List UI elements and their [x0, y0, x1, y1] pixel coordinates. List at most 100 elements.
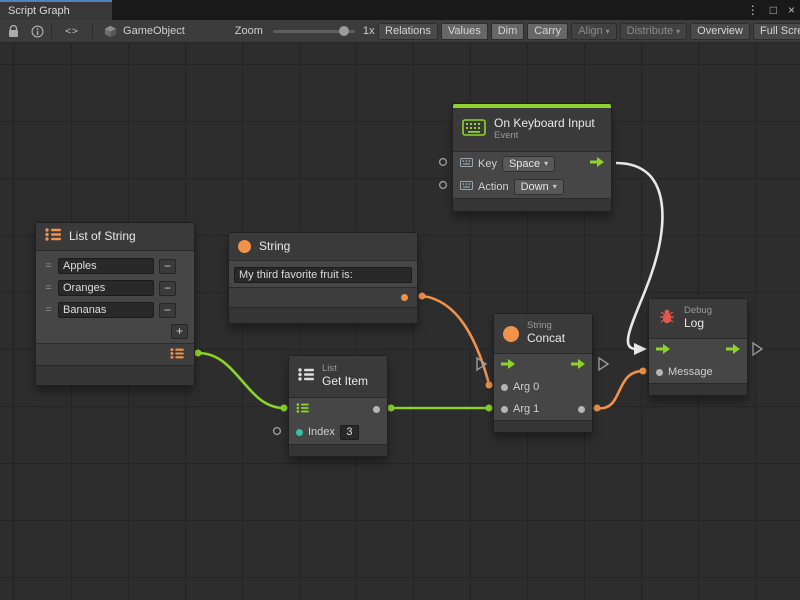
- node-on-keyboard-input[interactable]: On Keyboard Input Event Key Space ▾ Acti…: [452, 103, 612, 212]
- graph-canvas[interactable]: On Keyboard Input Event Key Space ▾ Acti…: [0, 43, 800, 600]
- list-item: = −: [44, 256, 188, 276]
- keyboard-icon: [462, 119, 486, 141]
- node-ports: [229, 287, 417, 307]
- node-string-literal[interactable]: String: [228, 232, 418, 324]
- node-title: Concat: [527, 332, 565, 346]
- overview-button[interactable]: Overview: [690, 23, 750, 40]
- tab-title: Script Graph: [8, 5, 70, 17]
- port-concat-flow-out[interactable]: [599, 358, 608, 370]
- wire-knob-icon: [594, 405, 601, 412]
- node-list-of-string[interactable]: List of String = − = − = − +: [35, 222, 195, 386]
- drag-handle-icon[interactable]: =: [44, 282, 53, 294]
- action-dropdown[interactable]: Down ▾: [514, 179, 564, 195]
- list-item: = −: [44, 278, 188, 298]
- flow-in-port[interactable]: [656, 344, 670, 357]
- node-header: List Get Item: [289, 356, 387, 398]
- arg1-input-port[interactable]: [501, 406, 508, 413]
- list-io-row: [289, 398, 387, 420]
- key-label: Key: [478, 158, 497, 170]
- close-icon[interactable]: ×: [788, 3, 795, 17]
- index-input[interactable]: [340, 425, 359, 440]
- node-get-item[interactable]: List Get Item Index: [288, 355, 388, 457]
- node-footer: [229, 307, 417, 323]
- key-dropdown[interactable]: Space ▾: [502, 156, 555, 172]
- remove-item-button[interactable]: −: [159, 303, 176, 318]
- list-item-input[interactable]: [58, 280, 154, 296]
- toolbar-separator: [51, 24, 52, 38]
- flow-in-port[interactable]: [501, 359, 515, 372]
- index-label: Index: [308, 426, 335, 438]
- wire-concat-to-log[interactable]: [597, 371, 643, 408]
- remove-item-button[interactable]: −: [159, 281, 176, 296]
- string-value-row: [229, 261, 417, 287]
- code-icon[interactable]: <>: [65, 26, 79, 37]
- list-icon: [45, 228, 61, 246]
- arg0-input-port[interactable]: [501, 384, 508, 391]
- wire-knob-icon: [486, 382, 493, 389]
- info-icon[interactable]: [31, 25, 44, 38]
- drag-handle-icon[interactable]: =: [44, 304, 53, 316]
- wire-string-to-concat[interactable]: [422, 296, 489, 384]
- list-input-port[interactable]: [296, 403, 309, 416]
- port-index-input[interactable]: [274, 428, 281, 435]
- port-key-input[interactable]: [440, 159, 447, 166]
- lock-icon[interactable]: [8, 25, 19, 38]
- wire-knob-icon: [419, 293, 426, 300]
- keycode-type-icon: [460, 181, 473, 193]
- node-header: Debug Log: [649, 299, 747, 339]
- relations-button[interactable]: Relations: [378, 23, 438, 40]
- remove-item-button[interactable]: −: [159, 259, 176, 274]
- node-title: Get Item: [322, 375, 368, 389]
- keycode-type-icon: [460, 158, 473, 170]
- flow-out-port[interactable]: [571, 359, 585, 372]
- carry-button[interactable]: Carry: [527, 23, 568, 40]
- key-row: Key Space ▾: [453, 152, 611, 175]
- toolbar-buttons: Relations Values Dim Carry Align▾ Distri…: [375, 23, 800, 40]
- flow-row: [649, 339, 747, 361]
- align-button: Align▾: [571, 23, 616, 40]
- list-item-input[interactable]: [58, 258, 154, 274]
- string-output-port[interactable]: [401, 294, 408, 301]
- string-value-input[interactable]: [234, 267, 412, 283]
- node-debug-log[interactable]: Debug Log Message: [648, 298, 748, 396]
- bug-icon: [658, 308, 676, 330]
- dim-button[interactable]: Dim: [491, 23, 525, 40]
- result-output-port[interactable]: [578, 406, 585, 413]
- flow-out-port[interactable]: [726, 344, 740, 357]
- maximize-icon[interactable]: □: [770, 3, 777, 17]
- drag-handle-icon[interactable]: =: [44, 260, 53, 272]
- port-action-input[interactable]: [440, 182, 447, 189]
- target-label[interactable]: GameObject: [123, 25, 185, 37]
- list-output-port[interactable]: [170, 346, 184, 364]
- title-bar: Script Graph ⋮ □ ×: [0, 0, 800, 20]
- values-button[interactable]: Values: [441, 23, 488, 40]
- zoom-label: Zoom: [235, 25, 263, 37]
- item-output-port[interactable]: [373, 406, 380, 413]
- list-icon: [298, 368, 314, 386]
- port-log-flow-out[interactable]: [753, 343, 762, 355]
- node-string-concat[interactable]: String Concat Arg 0 Arg 1: [493, 313, 593, 433]
- node-footer: [453, 198, 611, 211]
- arg0-label: Arg 0: [513, 381, 539, 393]
- index-input-port[interactable]: [296, 429, 303, 436]
- flow-row: [494, 354, 592, 376]
- list-item-input[interactable]: [58, 302, 154, 318]
- tab-script-graph[interactable]: Script Graph: [0, 0, 112, 20]
- fullscreen-button[interactable]: Full Screen: [753, 23, 800, 40]
- list-item: = −: [44, 300, 188, 320]
- flow-out-port[interactable]: [590, 157, 604, 170]
- list-items: = − = − = − +: [36, 251, 194, 343]
- add-item-button[interactable]: +: [171, 324, 188, 339]
- graph-toolbar: <> GameObject Zoom 1x Relations Values D…: [0, 20, 800, 43]
- zoom-slider[interactable]: [273, 24, 355, 38]
- wire-list-to-getitem[interactable]: [198, 353, 284, 408]
- zoom-slider-handle[interactable]: [339, 26, 349, 36]
- window-menu-icon[interactable]: ⋮: [747, 3, 759, 17]
- node-title: List of String: [69, 230, 136, 244]
- message-input-port[interactable]: [656, 369, 663, 376]
- node-footer: [649, 383, 747, 395]
- action-row: Action Down ▾: [453, 175, 611, 198]
- node-footer: [36, 365, 194, 385]
- node-title: On Keyboard Input: [494, 117, 595, 131]
- node-header: String: [229, 233, 417, 261]
